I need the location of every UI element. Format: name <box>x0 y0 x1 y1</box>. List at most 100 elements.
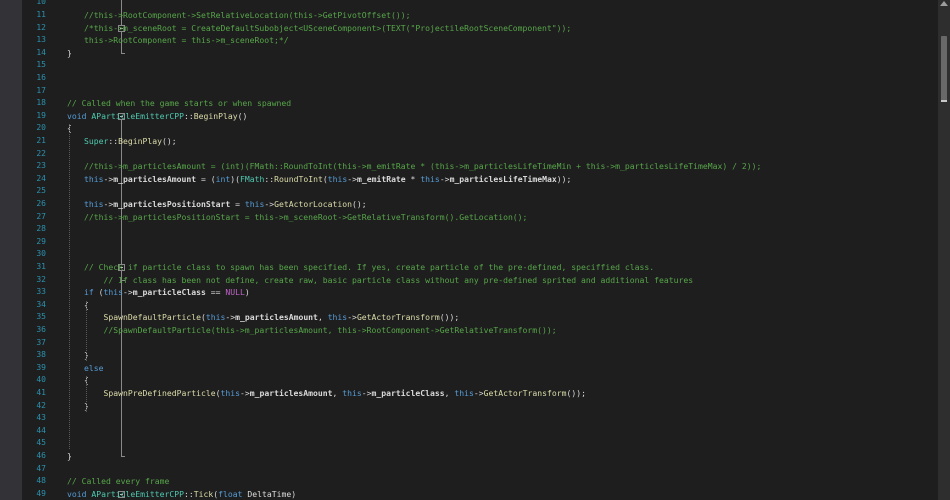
code-line[interactable]: 26 this->m_particlesPositionStart = this-… <box>0 198 950 211</box>
code-line[interactable]: 30 <box>0 248 950 261</box>
code-token-plain: (); <box>161 136 177 146</box>
code-editor[interactable]: 10 11 //this->RootComponent->SetRelativeLo… <box>0 0 950 500</box>
code-line[interactable]: 32 // If class has been not define, crea… <box>0 274 950 287</box>
code-token-member: m_particlesPositionStart <box>113 199 231 209</box>
scrollbar-thumb[interactable] <box>941 36 947 102</box>
code-text[interactable]: //this->m_particlesAmount = (int)(FMath:… <box>84 160 761 173</box>
line-number: 17 <box>36 85 46 95</box>
code-line[interactable]: 16 <box>0 72 950 85</box>
code-line[interactable]: 39 else <box>0 362 950 375</box>
code-line[interactable]: 17 <box>0 85 950 98</box>
code-line[interactable]: 37 <box>0 337 950 350</box>
code-text[interactable]: this->m_particlesAmount = (int)(FMath::R… <box>84 173 571 186</box>
code-line[interactable]: 31 // Check if particle class to spawn ha… <box>0 261 950 274</box>
code-token-kw: this <box>454 388 474 398</box>
line-number: 42 <box>36 400 46 410</box>
code-line[interactable]: 41 SpawnPreDefinedParticle(this->m_parti… <box>0 387 950 400</box>
code-line[interactable]: 45 <box>0 437 950 450</box>
code-line[interactable]: 40{ <box>0 374 950 387</box>
code-line[interactable]: 25 <box>0 185 950 198</box>
code-line[interactable]: 47 <box>0 463 950 476</box>
code-token-kw: void <box>67 488 92 499</box>
code-line[interactable]: 11 //this->RootComponent->SetRelativeLoca… <box>0 9 950 22</box>
code-line[interactable]: 38} <box>0 349 950 362</box>
code-line[interactable]: 33 if (this->m_particleClass == NULL) <box>0 286 950 299</box>
code-token-plain: = ( <box>196 173 216 184</box>
code-token-member: m_particleClass <box>371 388 445 398</box>
code-line[interactable]: 20{ <box>0 122 950 135</box>
code-text[interactable]: // Called when the game starts or when s… <box>67 97 291 110</box>
code-token-kw: this <box>205 312 226 323</box>
code-text[interactable]: if (this->m_particleClass == NULL) <box>84 286 250 299</box>
code-token-comment: this->RootComponent = this->m_sceneRoot;… <box>84 35 289 46</box>
code-text[interactable]: this->m_particlesPositionStart = this->G… <box>84 198 367 211</box>
code-line[interactable]: 10 <box>0 0 950 9</box>
code-text[interactable]: // Check if particle class to spawn has … <box>84 261 654 274</box>
line-number: 11 <box>36 10 46 19</box>
code-line[interactable]: 24 this->m_particlesAmount = (int)(FMath:… <box>0 173 950 186</box>
code-line[interactable]: 13 this->RootComponent = this->m_sceneRoo… <box>0 34 950 47</box>
code-text[interactable]: this->RootComponent = this->m_sceneRoot;… <box>84 34 289 47</box>
code-token-plain: , <box>317 312 328 323</box>
code-text[interactable]: //SpawnDefaultParticle(this->m_particles… <box>84 324 556 337</box>
code-text[interactable]: // If class has been not define, create … <box>84 274 693 287</box>
code-token-fn: RoundToInt <box>274 173 323 184</box>
code-line[interactable]: 12 /*this->m_sceneRoot = CreateDefaultSub… <box>0 22 950 35</box>
code-line[interactable]: 23 //this->m_particlesAmount = (int)(FMat… <box>0 160 950 173</box>
code-text[interactable]: /*this->m_sceneRoot = CreateDefaultSubob… <box>84 22 571 35</box>
code-line[interactable]: 42} <box>0 400 950 413</box>
code-token-comment: //this->m_particlesPositionStart = this-… <box>84 211 528 222</box>
code-token-plain: :: <box>108 136 119 146</box>
code-line[interactable]: 18 // Called when the game starts or when… <box>0 97 950 110</box>
line-number: 32 <box>36 274 46 284</box>
code-line[interactable]: 43 <box>0 412 950 425</box>
code-line[interactable]: 22 <box>0 148 950 161</box>
code-line[interactable]: 36 //SpawnDefaultParticle(this->m_partic… <box>0 324 950 337</box>
code-line[interactable]: 49 void AParticleEmitterCPP::Tick(float D… <box>0 488 950 500</box>
scroll-up-arrow-icon[interactable] <box>940 1 948 6</box>
code-token-plain: :: <box>183 488 194 499</box>
code-text[interactable]: // Called every frame <box>67 475 169 488</box>
code-text[interactable]: //this->m_particlesPositionStart = this-… <box>84 211 527 224</box>
code-line[interactable]: 46} <box>0 450 950 463</box>
code-line[interactable]: 19 void AParticleEmitterCPP::BeginPlay() <box>0 110 950 123</box>
line-number: 18 <box>36 98 46 108</box>
code-token-fn: GetActorTransform <box>356 312 440 323</box>
code-token-fn: Tick <box>193 488 214 499</box>
line-number: 19 <box>36 110 46 120</box>
line-number: 21 <box>36 136 46 145</box>
line-number: 16 <box>36 73 46 82</box>
code-token-kw: this <box>327 312 348 323</box>
line-number: 30 <box>36 249 46 259</box>
code-text[interactable]: SpawnDefaultParticle(this->m_particlesAm… <box>84 311 460 324</box>
code-text[interactable]: } <box>67 450 72 463</box>
line-number: 29 <box>36 236 46 246</box>
code-line[interactable]: 21 Super::BeginPlay(); <box>0 135 950 148</box>
code-line[interactable]: 28 <box>0 223 950 236</box>
code-token-comment: // Called every frame <box>67 476 170 487</box>
code-line[interactable]: 15 <box>0 59 950 72</box>
code-text[interactable]: else <box>84 362 104 375</box>
vertical-scrollbar[interactable] <box>938 0 950 500</box>
code-line[interactable]: 44 <box>0 425 950 438</box>
code-token-plain: == <box>205 287 226 298</box>
code-text[interactable]: void AParticleEmitterCPP::BeginPlay() <box>67 110 247 123</box>
code-line[interactable]: 48 // Called every frame <box>0 475 950 488</box>
code-text[interactable]: } <box>67 47 72 60</box>
code-token-type: AParticleEmitterCPP <box>91 110 184 121</box>
code-text[interactable]: //this->RootComponent->SetRelativeLocati… <box>84 9 410 22</box>
code-line[interactable]: 35 SpawnDefaultParticle(this->m_particle… <box>0 311 950 324</box>
code-line[interactable]: 29 <box>0 236 950 249</box>
code-token-plain: , <box>332 388 343 398</box>
code-token-kw: else <box>84 362 104 373</box>
code-text[interactable]: void AParticleEmitterCPP::Tick(float Del… <box>67 488 296 500</box>
code-token-plain: -> <box>225 312 236 323</box>
code-text[interactable]: Super::BeginPlay(); <box>84 135 177 148</box>
code-token-plain: , <box>444 388 455 398</box>
code-line[interactable]: 14} <box>0 47 950 60</box>
code-text[interactable]: SpawnPreDefinedParticle(this->m_particle… <box>84 387 586 400</box>
code-token-kw: this <box>84 199 104 209</box>
code-line[interactable]: 27 //this->m_particlesPositionStart = thi… <box>0 211 950 224</box>
code-token-plain: DeltaTime) <box>247 488 297 499</box>
code-line[interactable]: 34{ <box>0 299 950 312</box>
